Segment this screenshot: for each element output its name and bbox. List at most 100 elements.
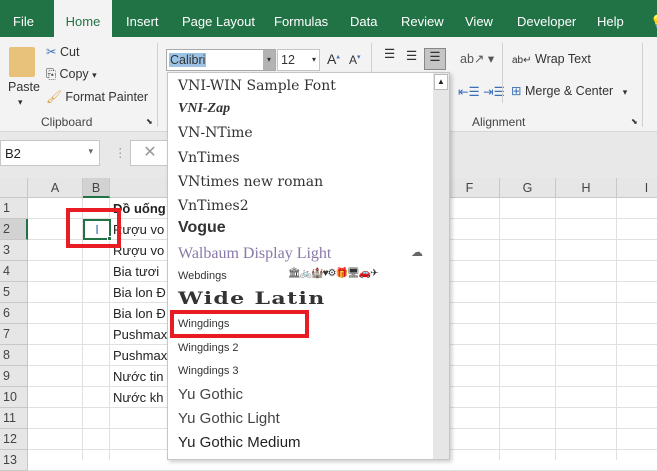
column-header-g[interactable]: G: [500, 178, 556, 198]
font-item-walbaum[interactable]: Walbaum Display Light: [178, 245, 331, 263]
cell-c7[interactable]: Pushmax: [113, 324, 167, 345]
cell-c4[interactable]: Bia tươi: [113, 261, 167, 282]
row-header-3[interactable]: 3: [0, 240, 28, 261]
font-item-vogue[interactable]: Vogue: [178, 219, 226, 237]
row-header-7[interactable]: 7: [0, 324, 28, 345]
tab-file[interactable]: File: [13, 0, 34, 37]
font-item-vntimes[interactable]: VnTimes: [178, 150, 240, 166]
font-item-vni-zap[interactable]: VNI-Zap: [178, 101, 230, 117]
font-size-input[interactable]: 12 ▾: [277, 49, 320, 71]
merge-center-button[interactable]: ⊞ Merge & Center ▾: [511, 83, 627, 98]
tab-review[interactable]: Review: [401, 0, 444, 37]
tab-help[interactable]: Help: [597, 0, 624, 37]
align-middle-icon[interactable]: ☰: [406, 48, 417, 63]
highlight-wingdings: [170, 310, 309, 338]
tab-formulas[interactable]: Formulas: [274, 0, 328, 37]
font-item-vn-ntime[interactable]: VN-NTime: [178, 125, 253, 141]
tab-view[interactable]: View: [465, 0, 493, 37]
indent-icons[interactable]: ⇤☰ ⇥☰: [458, 84, 505, 99]
format-painter-button[interactable]: 🖌 Format Painter: [46, 90, 148, 105]
decrease-font-icon[interactable]: A▾: [349, 53, 361, 67]
lightbulb-icon[interactable]: 💡: [650, 0, 657, 37]
row-header-8[interactable]: 8: [0, 345, 28, 366]
highlight-b2: [66, 208, 121, 248]
tab-data[interactable]: Data: [350, 0, 377, 37]
merge-icon: ⊞: [511, 84, 522, 98]
cell-c9[interactable]: Nước tin: [113, 366, 167, 387]
column-header-a[interactable]: A: [28, 178, 83, 198]
name-box[interactable]: B2 ▾: [0, 140, 100, 166]
wrap-icon: ab↵: [512, 55, 532, 66]
font-size-value: 12: [281, 53, 295, 67]
font-item-wingdings-2[interactable]: Wingdings 2: [178, 342, 239, 354]
wrap-text-button[interactable]: ab↵ Wrap Text: [512, 52, 591, 66]
row-header-13[interactable]: 13: [0, 450, 28, 471]
copy-label: Copy: [59, 67, 89, 81]
webdings-preview: 🏛🚲🏰♥⚙🎁🖥🚗✈: [288, 268, 378, 279]
tab-developer[interactable]: Developer: [517, 0, 576, 37]
font-item-vntimes-new-roman[interactable]: VNtimes new roman: [178, 174, 323, 190]
font-item-yu-gothic-light[interactable]: Yu Gothic Light: [178, 410, 280, 427]
select-all-button[interactable]: [0, 178, 28, 198]
font-item-vni-win-sample[interactable]: VNI-WIN Sample Font: [178, 78, 336, 94]
font-name-input[interactable]: Calibri ▾: [166, 49, 276, 71]
cancel-formula-icon[interactable]: ✕: [130, 140, 170, 166]
copy-button[interactable]: ⎘ Copy ▾: [46, 67, 97, 82]
row-header-12[interactable]: 12: [0, 429, 28, 450]
clipboard-launcher-icon[interactable]: ⬊: [146, 117, 153, 126]
row-header-9[interactable]: 9: [0, 366, 28, 387]
row-header-1[interactable]: 1: [0, 198, 28, 219]
cell-c10[interactable]: Nước kh: [113, 387, 167, 408]
row-header-11[interactable]: 11: [0, 408, 28, 429]
column-header-i[interactable]: I: [617, 178, 657, 198]
format-painter-label: Format Painter: [65, 90, 149, 104]
cloud-download-icon: ☁: [411, 245, 423, 259]
align-top-icon[interactable]: ☰: [384, 46, 395, 61]
row-header-10[interactable]: 10: [0, 387, 28, 408]
scissors-icon: ✂: [46, 45, 57, 59]
ribbon-tabs: File Home Insert Page Layout Formulas Da…: [0, 0, 657, 37]
font-item-wide-latin[interactable]: Wide Latin: [178, 289, 326, 309]
align-bottom-icon[interactable]: ☰: [424, 48, 446, 70]
font-dropdown-list[interactable]: ▲ VNI-WIN Sample Font VNI-Zap VN-NTime V…: [167, 72, 450, 460]
paste-button[interactable]: Paste: [8, 80, 40, 94]
name-box-value: B2: [5, 146, 21, 161]
font-dropdown-button[interactable]: ▾: [263, 50, 275, 70]
merge-center-label: Merge & Center: [524, 84, 614, 98]
font-item-yu-gothic[interactable]: Yu Gothic: [178, 386, 243, 403]
font-item-vntimes2[interactable]: VnTimes2: [178, 198, 249, 214]
font-item-webdings[interactable]: Webdings: [178, 270, 227, 282]
paste-icon[interactable]: [9, 47, 35, 77]
formula-separator-icon: ⋮: [114, 146, 127, 160]
cell-c5[interactable]: Bia lon Đ: [113, 282, 167, 303]
alignment-group-label: Alignment: [472, 115, 526, 129]
font-item-wingdings-3[interactable]: Wingdings 3: [178, 365, 239, 377]
increase-font-icon[interactable]: A▴: [327, 51, 340, 67]
scrollbar[interactable]: ▲: [433, 73, 449, 459]
tab-home[interactable]: Home: [54, 0, 112, 37]
cell-c3[interactable]: Rượu vo: [113, 240, 167, 261]
cut-button[interactable]: ✂ Cut: [46, 44, 79, 59]
font-item-yu-gothic-medium[interactable]: Yu Gothic Medium: [178, 434, 301, 451]
cell-c8[interactable]: Pushmax: [113, 345, 167, 366]
row-header-6[interactable]: 6: [0, 303, 28, 324]
tab-insert[interactable]: Insert: [126, 0, 159, 37]
font-name-value: Calibri: [169, 53, 207, 67]
row-header-5[interactable]: 5: [0, 282, 28, 303]
orientation-icon[interactable]: ab↗ ▾: [460, 51, 494, 66]
cell-c1[interactable]: Đồ uống: [113, 198, 167, 219]
column-header-h[interactable]: H: [556, 178, 617, 198]
copy-icon: ⎘: [46, 67, 57, 81]
alignment-launcher-icon[interactable]: ⬊: [631, 117, 638, 126]
row-header-4[interactable]: 4: [0, 261, 28, 282]
tab-page-layout[interactable]: Page Layout: [182, 0, 255, 37]
column-header-b[interactable]: B: [83, 178, 110, 198]
brush-icon: 🖌: [46, 90, 62, 104]
cell-c2[interactable]: Rượu vo: [113, 219, 167, 240]
row-header-2[interactable]: 2: [0, 219, 28, 240]
cell-c6[interactable]: Bia lon Đ: [113, 303, 167, 324]
cut-label: Cut: [59, 45, 80, 59]
paste-dropdown-icon[interactable]: ▾: [18, 97, 23, 108]
wrap-text-label: Wrap Text: [535, 52, 591, 66]
clipboard-group-label: Clipboard: [41, 115, 93, 129]
